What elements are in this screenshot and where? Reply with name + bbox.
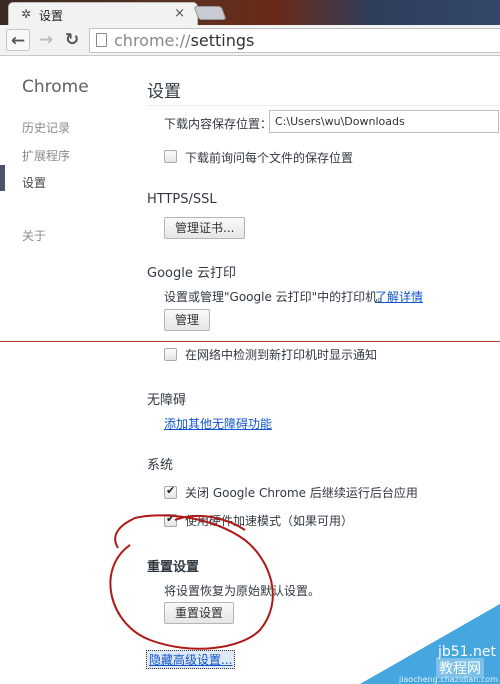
- reload-icon: ↻: [64, 30, 80, 50]
- hardware-accel-label: 使用硬件加速模式（如果可用）: [185, 514, 354, 528]
- reset-settings-button[interactable]: 重置设置: [164, 602, 235, 624]
- window-titlebar: ✲ 设置 ×: [0, 0, 500, 26]
- add-accessibility-link[interactable]: 添加其他无障碍功能: [164, 415, 272, 432]
- reset-description: 将设置恢复为原始默认设置。: [164, 584, 321, 598]
- watermark-sub: jiaocheng.chazidian.com: [398, 675, 498, 684]
- sidebar-title: Chrome: [22, 77, 89, 97]
- system-heading: 系统: [147, 458, 174, 473]
- reload-button[interactable]: ↻: [60, 29, 84, 51]
- new-printer-notify-checkbox[interactable]: [164, 348, 177, 361]
- tab-settings[interactable]: ✲ 设置 ×: [8, 2, 198, 26]
- ask-save-location-checkbox[interactable]: [164, 150, 177, 163]
- annotation-line: [0, 341, 500, 342]
- back-button[interactable]: ←: [6, 29, 30, 51]
- manage-certificates-button[interactable]: 管理证书...: [164, 217, 246, 239]
- url-text: chrome://settings: [114, 31, 255, 50]
- learn-more-link[interactable]: 了解详情: [375, 288, 423, 305]
- background-apps-label: 关闭 Google Chrome 后继续运行后台应用: [185, 486, 418, 500]
- https-heading: HTTPS/SSL: [147, 192, 217, 207]
- page-title: 设置: [147, 82, 181, 102]
- page-icon: [96, 33, 107, 47]
- close-tab-icon[interactable]: ×: [174, 6, 185, 21]
- arrow-right-icon: →: [38, 30, 54, 50]
- hardware-accel-checkbox[interactable]: [164, 512, 177, 527]
- arrow-left-icon: ←: [10, 31, 26, 51]
- sidebar-item-history[interactable]: 历史记录: [22, 119, 70, 136]
- ask-save-location-label: 下载前询问每个文件的保存位置: [185, 151, 354, 165]
- accessibility-heading: 无障碍: [147, 393, 187, 408]
- sidebar-item-settings[interactable]: 设置: [22, 174, 46, 191]
- address-bar[interactable]: chrome://settings: [89, 28, 500, 53]
- cloud-print-description: 设置或管理"Google 云打印"中的打印机。: [164, 290, 390, 304]
- sidebar-item-extensions[interactable]: 扩展程序: [22, 147, 70, 164]
- new-printer-notify-label: 在网络中检测到新打印机时显示通知: [185, 348, 378, 362]
- download-location-field[interactable]: C:\Users\wu\Downloads: [269, 110, 499, 133]
- hide-advanced-settings-link[interactable]: 隐藏高级设置...: [146, 650, 236, 669]
- manage-printers-button[interactable]: 管理: [164, 309, 211, 331]
- active-indicator: [0, 165, 5, 191]
- background-apps-checkbox[interactable]: [164, 484, 177, 499]
- cloud-print-heading: Google 云打印: [147, 266, 236, 281]
- new-tab-button[interactable]: [193, 6, 227, 20]
- browser-toolbar: ← → ↻ chrome://settings: [0, 25, 500, 56]
- download-location-label: 下载内容保存位置：: [164, 117, 273, 131]
- watermark: jb51.net 教程网 jiaocheng.chazidian.com: [360, 600, 500, 684]
- forward-button[interactable]: →: [34, 29, 58, 51]
- gear-icon: ✲: [21, 7, 32, 21]
- reset-heading: 重置设置: [147, 560, 200, 575]
- title-divider: [147, 105, 500, 106]
- sidebar: Chrome 历史记录 扩展程序 设置 关于: [0, 57, 140, 684]
- sidebar-item-about[interactable]: 关于: [22, 227, 46, 244]
- tab-title: 设置: [39, 9, 64, 23]
